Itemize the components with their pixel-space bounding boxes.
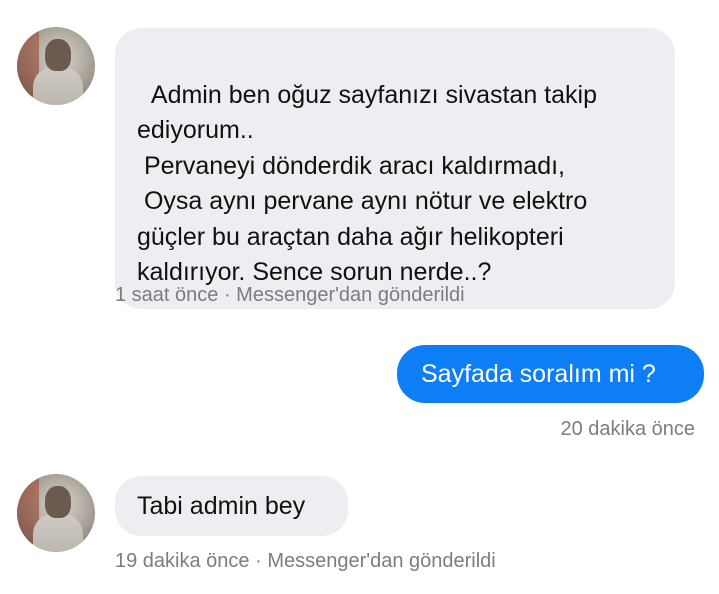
message-text: Sayfada soralım mi ?: [421, 360, 656, 388]
sender-avatar[interactable]: [17, 27, 95, 105]
message-bubble-incoming[interactable]: Admin ben oğuz sayfanızı sivastan takip …: [115, 28, 675, 309]
avatar-body-shape: [33, 67, 83, 105]
sender-avatar[interactable]: [17, 474, 95, 552]
avatar-head-shape: [45, 39, 71, 71]
message-text: Tabi admin bey: [137, 492, 306, 520]
message-timestamp: 19 dakika önce · Messenger'dan gönderild…: [115, 550, 496, 572]
message-timestamp: 1 saat önce · Messenger'dan gönderildi: [115, 284, 465, 306]
message-text: Admin ben oğuz sayfanızı sivastan takip …: [137, 80, 597, 287]
avatar-body-shape: [33, 514, 83, 552]
avatar-head-shape: [45, 486, 71, 518]
message-bubble-incoming[interactable]: Tabi admin bey: [115, 476, 348, 536]
message-bubble-outgoing[interactable]: Sayfada soralım mi ?: [397, 345, 704, 403]
message-timestamp: 20 dakika önce: [560, 418, 695, 440]
